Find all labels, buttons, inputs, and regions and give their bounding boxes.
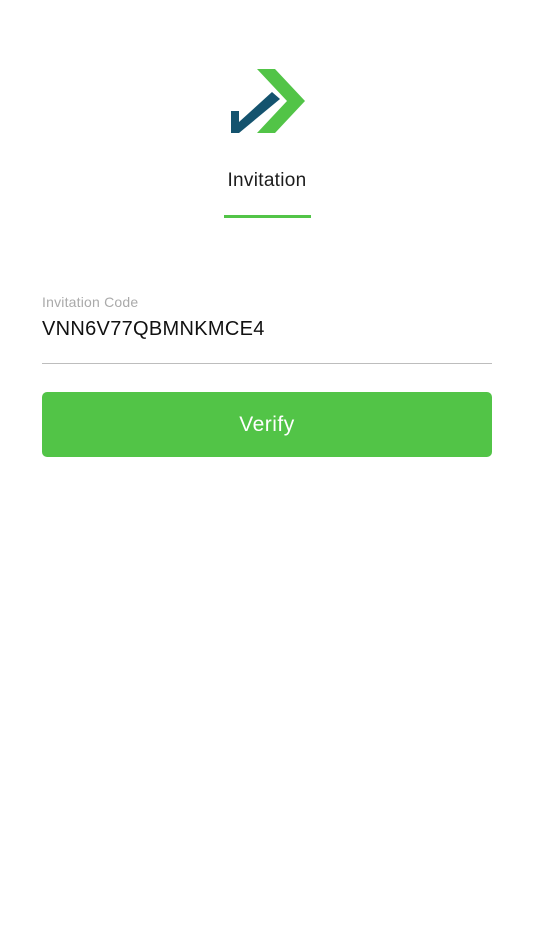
- app-logo-icon: [229, 69, 305, 133]
- page-title: Invitation: [227, 170, 307, 191]
- invitation-code-input[interactable]: [42, 316, 492, 342]
- invitation-code-field: Invitation Code: [42, 292, 492, 365]
- input-underline: [42, 363, 492, 364]
- verify-button[interactable]: Verify: [42, 392, 492, 457]
- title-underline: [224, 215, 311, 218]
- invitation-screen: Invitation Invitation Code Verify: [0, 0, 534, 950]
- invitation-code-label: Invitation Code: [42, 294, 139, 310]
